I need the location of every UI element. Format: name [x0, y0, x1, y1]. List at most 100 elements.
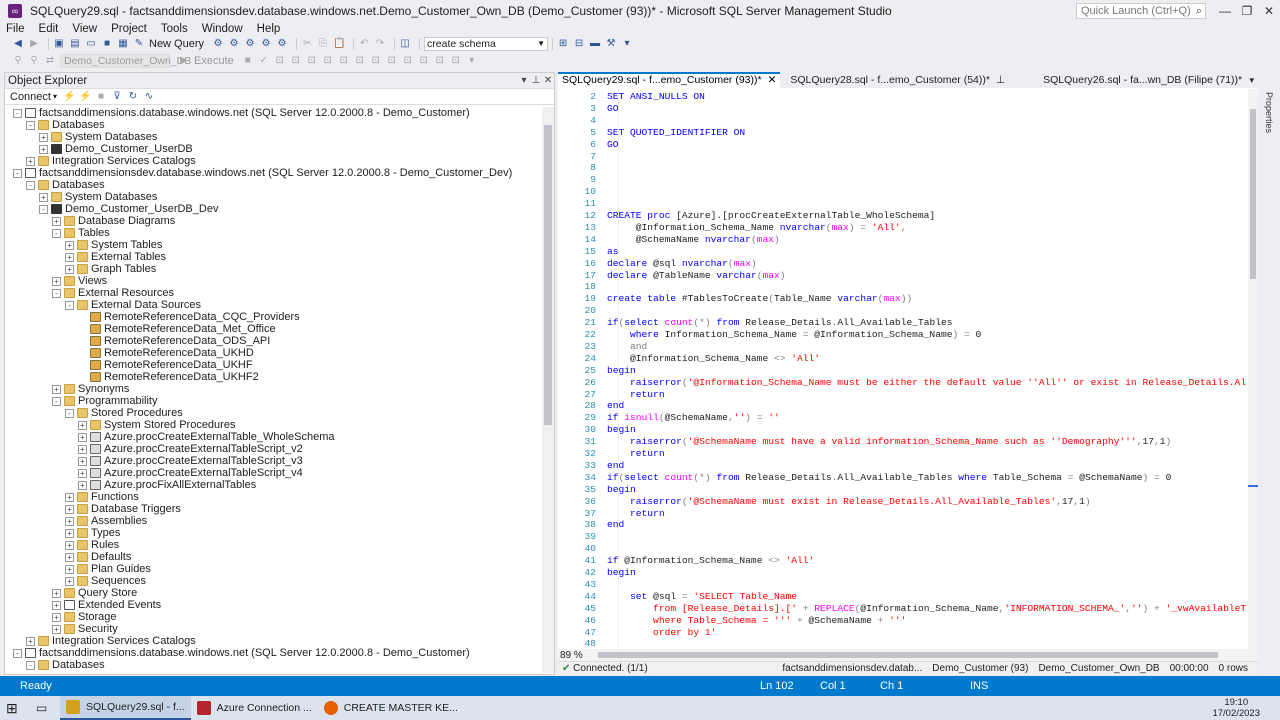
windows-start-icon[interactable]: ⊞ — [0, 696, 30, 720]
expand-icon[interactable]: + — [52, 624, 61, 634]
expand-icon[interactable]: + — [26, 156, 35, 166]
filter-icon[interactable]: ⊽ — [111, 91, 123, 103]
query-options-icon[interactable]: ⊡ — [290, 55, 302, 67]
scrollbar-thumb[interactable] — [544, 125, 552, 425]
tree-node[interactable]: - External Resources — [5, 287, 543, 299]
tree-node[interactable]: RemoteReferenceData_Met_Office — [5, 323, 543, 335]
expand-icon[interactable]: + — [65, 552, 74, 562]
code-line[interactable] — [607, 638, 1246, 649]
tree-node[interactable]: - External Data Sources — [5, 299, 543, 311]
collapse-icon[interactable]: - — [52, 396, 61, 406]
code-line[interactable] — [607, 151, 1246, 163]
collapse-icon[interactable]: - — [13, 168, 22, 178]
expand-icon[interactable]: + — [52, 276, 61, 286]
tree-node[interactable]: - Programmability — [5, 395, 543, 407]
expand-icon[interactable]: + — [78, 444, 87, 454]
xmla-query-icon[interactable]: ⚙ — [260, 38, 272, 50]
tree-node[interactable]: + Sequences — [5, 575, 543, 587]
connect-dropdown-icon[interactable]: ▾ — [53, 92, 57, 101]
stop-icon[interactable]: ■ — [242, 55, 254, 67]
code-line[interactable]: begin — [607, 365, 1246, 377]
menu-view[interactable]: View — [72, 23, 97, 35]
code-line[interactable]: CREATE proc [Azure].[procCreateExternalT… — [607, 210, 1246, 222]
intellisense-icon[interactable]: ⊡ — [306, 55, 318, 67]
scrollbar-thumb[interactable] — [598, 652, 1218, 658]
code-line[interactable]: SET ANSI_NULLS ON — [607, 91, 1246, 103]
system-clock[interactable]: 19:10 17/02/2023 — [1212, 697, 1280, 719]
tree-node[interactable]: - factsanddimensions.database.windows.net… — [5, 647, 543, 659]
code-line[interactable]: declare @TableName varchar(max) — [607, 270, 1246, 282]
code-line[interactable]: order by 1' — [607, 627, 1246, 639]
tab-list-dropdown-icon[interactable]: ▾ — [1249, 72, 1258, 88]
tree-node[interactable]: + Synonyms — [5, 383, 543, 395]
toolbar2-options-icon[interactable]: ▾ — [466, 55, 478, 67]
redo-icon[interactable]: ↷ — [374, 38, 386, 50]
expand-icon[interactable]: + — [65, 564, 74, 574]
code-line[interactable]: @Information_Schema_Name <> 'All' — [607, 353, 1246, 365]
code-line[interactable]: if isnull(@SchemaName,'') = '' — [607, 412, 1246, 424]
minimize-button[interactable]: — — [1214, 4, 1236, 18]
tree-node[interactable]: - Stored Procedures — [5, 407, 543, 419]
execute-icon[interactable]: ▶ — [178, 55, 190, 67]
code-area[interactable]: 2 SET ANSI_NULLS ON 3 GO 4 5 SET QUOTED_IDENTI… — [558, 89, 1246, 649]
tree-node[interactable]: + Azure.procCreateExternalTableScript_v4 — [5, 467, 543, 479]
expand-icon[interactable]: + — [78, 420, 87, 430]
code-line[interactable] — [607, 162, 1246, 174]
tree-node[interactable]: + Query Store — [5, 587, 543, 599]
new-project-icon[interactable]: ▣ — [53, 38, 65, 50]
expand-icon[interactable]: + — [39, 144, 48, 154]
collapse-icon[interactable]: - — [26, 660, 35, 670]
display-plan-icon[interactable]: ⊡ — [274, 55, 286, 67]
code-line[interactable]: begin — [607, 484, 1246, 496]
editor-vertical-scrollbar[interactable] — [1248, 89, 1258, 649]
code-line[interactable] — [607, 531, 1246, 543]
tree-node[interactable]: + Extended Events — [5, 599, 543, 611]
mdx-query-icon[interactable]: ⚙ — [228, 38, 240, 50]
toolbox-icon[interactable]: ▬ — [589, 38, 601, 50]
menu-tools[interactable]: Tools — [161, 23, 188, 35]
expand-icon[interactable]: + — [65, 504, 74, 514]
code-line[interactable]: @SchemaName nvarchar(max) — [607, 234, 1246, 246]
db-engine-query-icon[interactable]: ⚙ — [212, 38, 224, 50]
collapse-icon[interactable]: - — [39, 204, 48, 214]
solution-explorer-icon[interactable]: ⊞ — [557, 38, 569, 50]
code-line[interactable]: return — [607, 389, 1246, 401]
code-line[interactable]: raiserror('@Information_Schema_Name must… — [607, 377, 1246, 389]
code-line[interactable]: GO — [607, 103, 1246, 115]
tree-node[interactable]: + Security — [5, 623, 543, 635]
tree-node[interactable]: + System Tables — [5, 239, 543, 251]
stop-icon[interactable]: ■ — [95, 91, 107, 103]
search-combo[interactable]: create schema ▼ — [424, 37, 549, 51]
new-query-button[interactable]: New Query — [149, 38, 204, 50]
tree-node[interactable]: + Azure.procCreateExternalTableScript_v3 — [5, 455, 543, 467]
connect-icon[interactable]: ⚲ — [12, 55, 24, 67]
tree-node[interactable]: + Graph Tables — [5, 263, 543, 275]
tree-node[interactable]: - Databases — [5, 659, 543, 671]
tree-node[interactable]: RemoteReferenceData_UKHD — [5, 347, 543, 359]
zoom-level[interactable]: 89 % — [558, 650, 590, 661]
expand-icon[interactable]: + — [52, 612, 61, 622]
collapse-icon[interactable]: - — [52, 228, 61, 238]
tree-node[interactable]: - Demo_Customer_UserDB_Dev — [5, 203, 543, 215]
tree-node[interactable]: + Integration Services Catalogs — [5, 155, 543, 167]
menu-help[interactable]: Help — [257, 23, 281, 35]
code-line[interactable] — [607, 186, 1246, 198]
tree-node[interactable]: RemoteReferenceData_ODS_API — [5, 335, 543, 347]
specify-values-icon[interactable]: ⊡ — [450, 55, 462, 67]
menu-file[interactable]: File — [6, 23, 25, 35]
tree-node[interactable]: + Assemblies — [5, 515, 543, 527]
expand-icon[interactable]: + — [52, 588, 61, 598]
tree-node[interactable]: + External Tables — [5, 251, 543, 263]
code-line[interactable]: set @sql = 'SELECT Table_Name — [607, 591, 1246, 603]
panel-dropdown-icon[interactable]: ▾ — [518, 75, 530, 86]
code-line[interactable]: begin — [607, 567, 1246, 579]
expand-icon[interactable]: + — [65, 252, 74, 262]
tree-node[interactable]: RemoteReferenceData_UKHF — [5, 359, 543, 371]
expand-icon[interactable]: + — [65, 492, 74, 502]
tree-node[interactable]: + Views — [5, 275, 543, 287]
tree-node[interactable]: + Azure.procCreateExternalTableScript_v2 — [5, 443, 543, 455]
activity-monitor-icon[interactable]: ◫ — [399, 38, 411, 50]
code-line[interactable]: end — [607, 519, 1246, 531]
das-query-icon[interactable]: ⚙ — [276, 38, 288, 50]
save-all-icon[interactable]: ▦ — [117, 38, 129, 50]
